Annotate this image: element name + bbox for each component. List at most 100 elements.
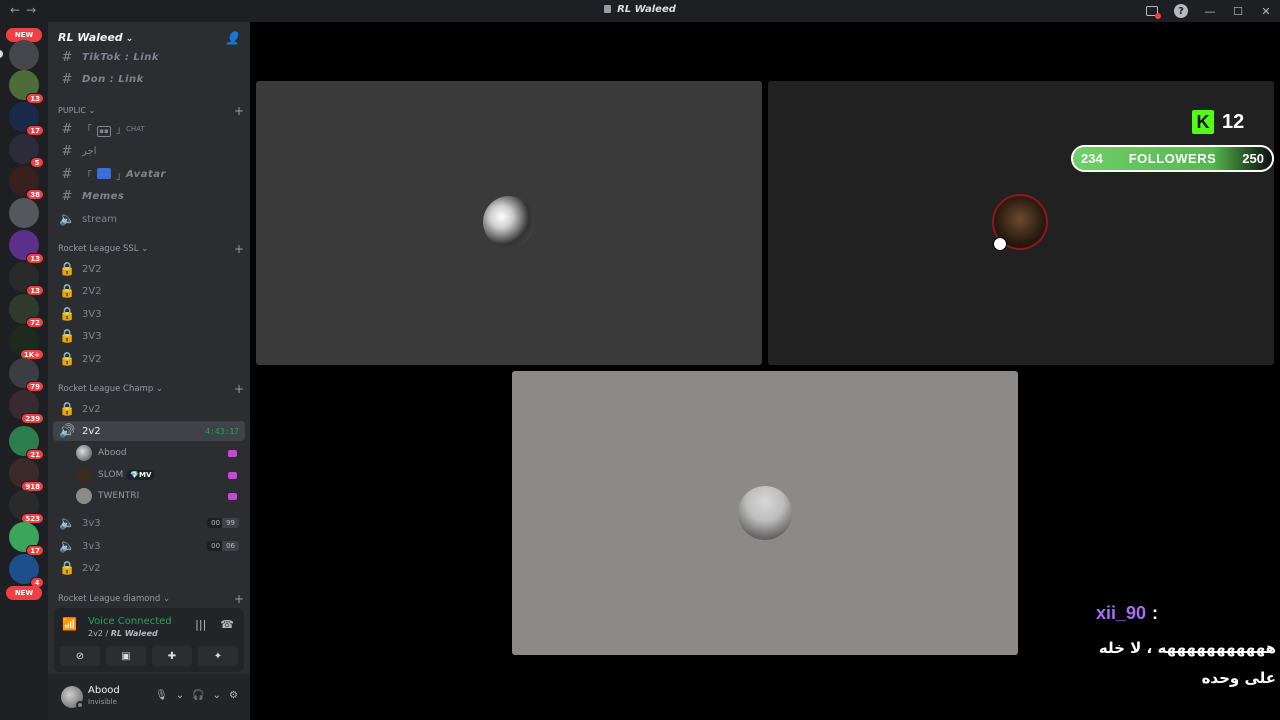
lock-icon: 🔒 [59,560,76,576]
lock-icon: 🔒 [59,328,76,344]
channel-label: 3V3 [82,330,102,342]
deafened-icon [228,449,237,457]
server-icon[interactable] [9,198,39,228]
channel-chat[interactable]: # 「▪▪」 CHAT [53,119,245,139]
user-limit-badge: 00 99 [207,518,239,528]
voice-location[interactable]: 2v2 / RL Waleed [88,629,158,638]
server-icon[interactable]: 5 [9,134,44,168]
add-channel-icon[interactable]: + [234,592,244,606]
category-puplic[interactable]: PUPLIC ⌄ + [58,104,244,118]
add-channel-icon[interactable]: + [234,382,244,396]
channel-label: 3v3 [82,540,101,552]
server-icon[interactable]: 239 [9,390,44,424]
signal-icon[interactable]: 📶 [62,617,80,635]
server-icon[interactable]: 17 [9,522,44,556]
voice-channel[interactable]: 🔈 3v3 00 99 [53,513,245,533]
voice-member[interactable]: Abood [76,444,237,462]
voice-member[interactable]: TWENTRI [76,487,237,505]
chat-line: على وحده [1201,669,1276,687]
category-rl-ssl[interactable]: Rocket League SSL ⌄ + [58,242,244,256]
noise-suppression-icon[interactable]: ||| [195,618,206,631]
server-icon[interactable] [9,40,39,70]
server-icon[interactable]: 72 [9,294,44,328]
channel-locked[interactable]: 🔒 2V2 [53,259,245,279]
channel-label: Avatar [126,168,166,180]
help-icon[interactable]: ? [1174,4,1188,18]
channel-locked[interactable]: 🔒 3V3 [53,304,245,324]
channel-locked[interactable]: 🔒 2v2 [53,399,245,419]
voice-channel[interactable]: 🔈 3v3 00 06 [53,536,245,556]
channel-label: 2V2 [82,285,102,297]
channel-locked[interactable]: 🔒 3V3 [53,326,245,346]
chat-overlay-message: هههههههههههه ، لا خله على وحده [1080,633,1276,693]
channel-label: CHAT [126,125,145,133]
server-icon[interactable]: 4 [9,554,44,588]
channel-avatar[interactable]: # 「」 Avatar [53,164,245,184]
server-icon[interactable]: 918 [9,458,44,492]
participant-tile[interactable] [256,81,762,365]
category-rl-champ[interactable]: Rocket League Champ ⌄ + [58,382,244,396]
channel-don-link[interactable]: # Don ꞉ Link [53,69,245,89]
server-icon[interactable]: 13 [9,70,44,104]
server-icon[interactable]: 17 [9,102,44,136]
category-rl-diamond[interactable]: Rocket League diamond ⌄ + [58,592,244,606]
activities-button[interactable]: ✚ [152,646,192,666]
channel-memes[interactable]: # Memes [53,186,245,206]
gear-icon[interactable]: ⚙ [229,690,238,701]
maximize-button[interactable]: ☐ [1224,0,1252,22]
followers-label: FOLLOWERS [1128,151,1217,166]
participant-tile[interactable] [512,371,1018,655]
server-icon[interactable]: 13 [9,230,44,264]
voice-channel-active[interactable]: 🔊 2v2 4:43:17 [53,421,245,441]
channel-stream[interactable]: 🔈 stream [53,209,245,229]
voice-member[interactable]: SLOM 💎MV [76,466,237,484]
server-icon[interactable]: 523 [9,490,44,524]
shield-emoji-icon: 「」 [82,167,126,182]
followers-goal-bar: 234 FOLLOWERS 250 [1071,145,1274,172]
server-icon[interactable]: 21 [9,426,44,460]
voice-connection-panel: 📶 Voice Connected 2v2 / RL Waleed ||| ☎ ⊘… [54,608,244,672]
lock-icon: 🔒 [59,351,76,367]
screen-share-button[interactable]: ▣ [106,646,146,666]
username[interactable]: Abood [88,685,120,696]
server-icon[interactable]: 38 [9,166,44,200]
chevron-down-icon[interactable]: ⌄ [213,690,221,701]
add-channel-icon[interactable]: + [234,242,244,256]
server-icon[interactable]: 1K+ [9,326,44,360]
participant-avatar [738,486,792,540]
member-name: Abood [98,448,127,458]
disconnect-icon[interactable]: ☎ [220,618,234,631]
server-icon[interactable]: 13 [9,262,44,296]
channel-locked[interactable]: 🔒 2v2 [53,558,245,578]
channel-arabic[interactable]: # اجر [53,141,245,161]
followers-goal: 250 [1242,151,1264,166]
add-channel-icon[interactable]: + [234,104,244,118]
user-limit: 99 [222,518,239,528]
speaker-icon: 🔈 [59,538,76,554]
chevron-down-icon[interactable]: ⌄ [176,690,184,701]
user-status: Invisible [88,698,117,706]
lock-icon: 🔒 [59,306,76,322]
microphone-icon[interactable]: 🎙 [155,690,168,701]
hashtag-icon: # [61,121,73,137]
camera-off-button[interactable]: ⊘ [60,646,100,666]
avatar [76,445,92,461]
soundboard-button[interactable]: ✦ [198,646,238,666]
user-limit: 06 [222,541,239,551]
inbox-icon[interactable] [1138,0,1166,22]
channel-tiktok-link[interactable]: # TikTok ꞉ Link [53,47,245,67]
add-member-icon[interactable]: 👤 [225,31,240,45]
close-button[interactable]: ✕ [1252,0,1280,22]
badge-text: MV [138,471,152,479]
server-icon[interactable]: 79 [9,358,44,392]
call-timer: 4:43:17 [205,426,239,436]
channel-locked[interactable]: 🔒 2V2 [53,349,245,369]
voice-channel-name: 2v2 [88,629,103,638]
title-bar: ←→ RL Waleed ? — ☐ ✕ [0,0,1280,22]
channel-locked[interactable]: 🔒 2V2 [53,281,245,301]
chat-emoji-icon: 「▪▪」 [82,125,126,137]
category-label: PUPLIC [58,106,86,115]
headphones-icon[interactable]: 🎧 [192,690,204,701]
minimize-button[interactable]: — [1196,0,1224,22]
member-name: TWENTRI [98,491,140,501]
